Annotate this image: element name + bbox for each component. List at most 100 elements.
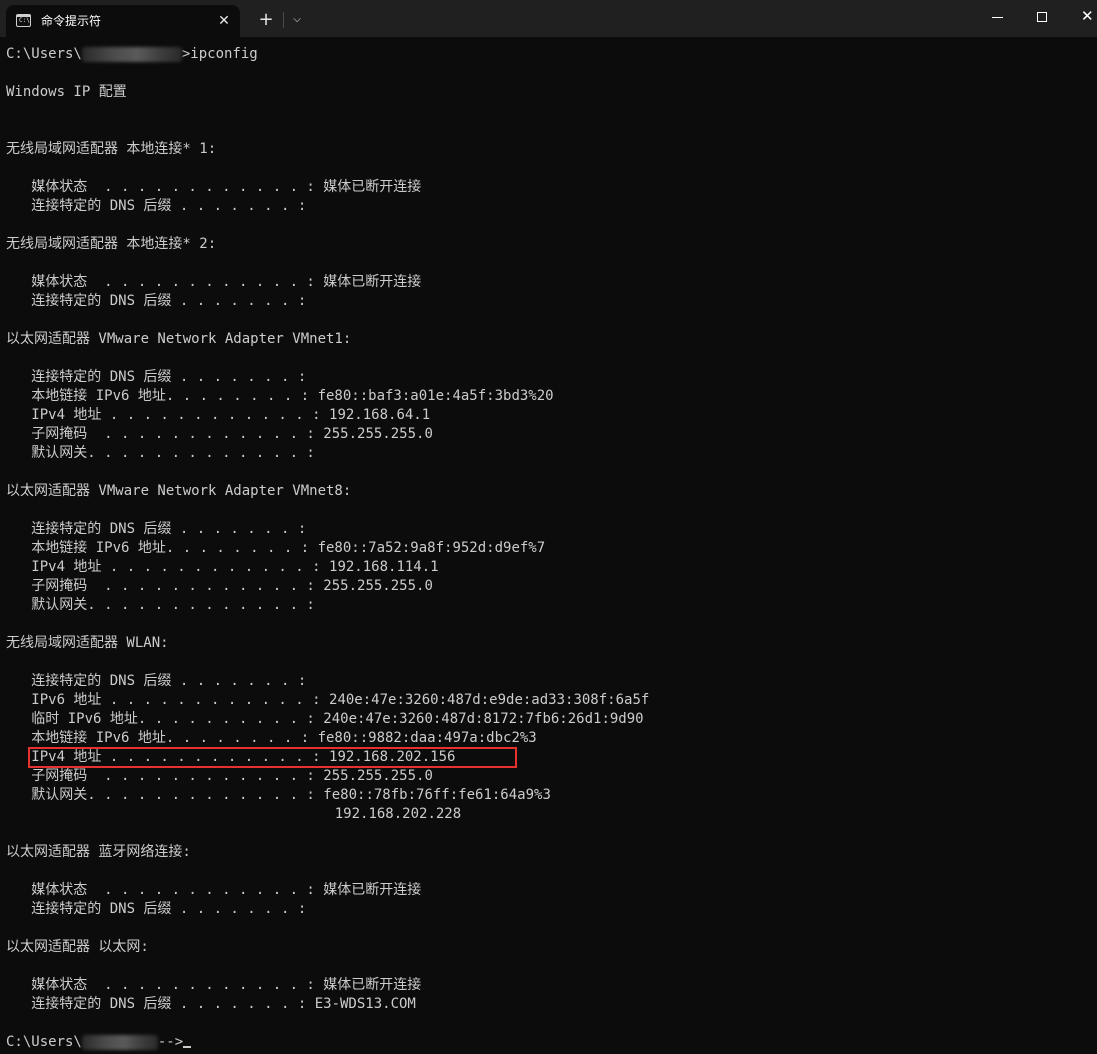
config-row: 本地链接 IPv6 地址. . . . . . . . : fe80::baf3… [6, 387, 1091, 406]
config-value: 240e:47e:3260:487d:8172:7fb6:26d1:9d90 [323, 711, 644, 727]
config-row: 连接特定的 DNS 后缀 . . . . . . . : [6, 672, 1091, 691]
config-label: 媒体状态 . . . . . . . . . . . . : [6, 882, 324, 898]
adapter-header: 以太网适配器 VMware Network Adapter VMnet1: [6, 331, 352, 347]
config-label: 媒体状态 . . . . . . . . . . . . : [6, 977, 324, 993]
adapter-header: 以太网适配器 VMware Network Adapter VMnet8: [6, 483, 352, 499]
config-label: 连接特定的 DNS 后缀 . . . . . . . : [6, 369, 315, 385]
prompt-path: C:\Users\ [6, 46, 82, 62]
config-label: IPv4 地址 . . . . . . . . . . . . : [6, 749, 330, 765]
config-label: 连接特定的 DNS 后缀 . . . . . . . : [6, 673, 315, 689]
chevron-down-icon[interactable]: ⌵ [288, 8, 306, 32]
config-label: IPv6 地址 . . . . . . . . . . . . : [6, 692, 330, 708]
config-row: IPv4 地址 . . . . . . . . . . . . : 192.16… [6, 748, 1091, 767]
config-row: 媒体状态 . . . . . . . . . . . . : 媒体已断开连接 [6, 976, 1091, 995]
tab-command-prompt[interactable]: C:\ 命令提示符 ✕ [6, 5, 240, 37]
config-row: 默认网关. . . . . . . . . . . . . : fe80::78… [6, 786, 1091, 805]
adapter-header: 无线局域网适配器 本地连接* 1: [6, 141, 217, 157]
console-output[interactable]: C:\Users\ >ipconfig Windows IP 配置 无线局域网适配… [6, 45, 1091, 1052]
config-value: 192.168.202.156 [329, 749, 456, 765]
config-label: 本地链接 IPv6 地址. . . . . . . . : [6, 540, 318, 556]
config-row: 媒体状态 . . . . . . . . . . . . : 媒体已断开连接 [6, 178, 1091, 197]
adapter-sections: 无线局域网适配器 本地连接* 1: 媒体状态 . . . . . . . . .… [6, 121, 1091, 1014]
config-label: IPv4 地址 . . . . . . . . . . . . : [6, 559, 330, 575]
adapter-header: 以太网适配器 蓝牙网络连接: [6, 844, 191, 860]
prompt-line: C:\Users\ >ipconfig [6, 45, 1091, 64]
terminal-window: C:\ 命令提示符 ✕ + ⌵ ✕ C:\Users\ >ipconfig Win… [0, 0, 1097, 1054]
config-label: 连接特定的 DNS 后缀 . . . . . . . : [6, 901, 315, 917]
close-icon[interactable]: ✕ [214, 11, 234, 31]
ip-config-title: Windows IP 配置 [6, 84, 127, 100]
config-row: IPv4 地址 . . . . . . . . . . . . : 192.16… [6, 406, 1091, 425]
config-value: 240e:47e:3260:487d:e9de:ad33:308f:6a5f [329, 692, 650, 708]
config-row: 192.168.202.228 [6, 805, 1091, 824]
command-prompt-icon: C:\ [16, 14, 31, 27]
maximize-button[interactable] [1020, 0, 1066, 34]
config-value: 255.255.255.0 [323, 578, 433, 594]
config-value: 192.168.114.1 [329, 559, 439, 575]
config-row: IPv4 地址 . . . . . . . . . . . . : 192.16… [6, 558, 1091, 577]
config-label: 临时 IPv6 地址. . . . . . . . . . : [6, 711, 324, 727]
config-value: 媒体已断开连接 [323, 977, 422, 993]
config-row: 子网掩码 . . . . . . . . . . . . : 255.255.2… [6, 767, 1091, 786]
config-label: 连接特定的 DNS 后缀 . . . . . . . : [6, 996, 315, 1012]
redacted-username [81, 1034, 158, 1050]
close-window-button[interactable]: ✕ [1066, 0, 1097, 34]
config-label: 连接特定的 DNS 后缀 . . . . . . . : [6, 198, 315, 214]
title-bar[interactable]: C:\ 命令提示符 ✕ + ⌵ ✕ [0, 0, 1097, 37]
prompt-suffix: --> [157, 1034, 184, 1050]
adapter-header: 以太网适配器 以太网: [6, 939, 149, 955]
minimize-button[interactable] [974, 0, 1020, 34]
config-row: 子网掩码 . . . . . . . . . . . . : 255.255.2… [6, 577, 1091, 596]
config-value: 255.255.255.0 [323, 426, 433, 442]
plus-icon[interactable]: + [254, 8, 278, 32]
config-row: 本地链接 IPv6 地址. . . . . . . . : fe80::7a52… [6, 539, 1091, 558]
minimize-icon [992, 17, 1003, 18]
config-label [6, 806, 335, 822]
config-label: 默认网关. . . . . . . . . . . . . : [6, 597, 324, 613]
config-label: 子网掩码 . . . . . . . . . . . . : [6, 768, 324, 784]
config-value: fe80::78fb:76ff:fe61:64a9%3 [323, 787, 551, 803]
config-label: 媒体状态 . . . . . . . . . . . . : [6, 179, 324, 195]
config-value: 媒体已断开连接 [323, 274, 422, 290]
config-row: 连接特定的 DNS 后缀 . . . . . . . : [6, 900, 1091, 919]
config-value: 192.168.64.1 [329, 407, 431, 423]
config-row: 子网掩码 . . . . . . . . . . . . : 255.255.2… [6, 425, 1091, 444]
config-label: 连接特定的 DNS 后缀 . . . . . . . : [6, 293, 315, 309]
config-label: 连接特定的 DNS 后缀 . . . . . . . : [6, 521, 315, 537]
config-label: IPv4 地址 . . . . . . . . . . . . : [6, 407, 330, 423]
config-row: 连接特定的 DNS 后缀 . . . . . . . : [6, 197, 1091, 216]
config-value: 媒体已断开连接 [323, 882, 422, 898]
config-row: 连接特定的 DNS 后缀 . . . . . . . : [6, 520, 1091, 539]
config-value: fe80::baf3:a01e:4a5f:3bd3%20 [317, 388, 554, 404]
config-label: 默认网关. . . . . . . . . . . . . : [6, 445, 324, 461]
config-row: 临时 IPv6 地址. . . . . . . . . . : 240e:47e… [6, 710, 1091, 729]
config-label: 子网掩码 . . . . . . . . . . . . : [6, 578, 324, 594]
tab-divider [283, 12, 284, 28]
config-value: 255.255.255.0 [323, 768, 433, 784]
config-row: 本地链接 IPv6 地址. . . . . . . . : fe80::9882… [6, 729, 1091, 748]
config-value: fe80::9882:daa:497a:dbc2%3 [317, 730, 537, 746]
config-row: 连接特定的 DNS 后缀 . . . . . . . : [6, 368, 1091, 387]
config-value: 媒体已断开连接 [323, 179, 422, 195]
prompt-line[interactable]: C:\Users\ --> [6, 1033, 1091, 1052]
redacted-username [81, 46, 182, 62]
config-label: 本地链接 IPv6 地址. . . . . . . . : [6, 730, 318, 746]
config-value: E3-WDS13.COM [314, 996, 416, 1012]
config-row: 连接特定的 DNS 后缀 . . . . . . . : [6, 292, 1091, 311]
command-text: >ipconfig [181, 46, 258, 62]
maximize-icon [1037, 12, 1047, 22]
close-icon: ✕ [1081, 7, 1094, 25]
